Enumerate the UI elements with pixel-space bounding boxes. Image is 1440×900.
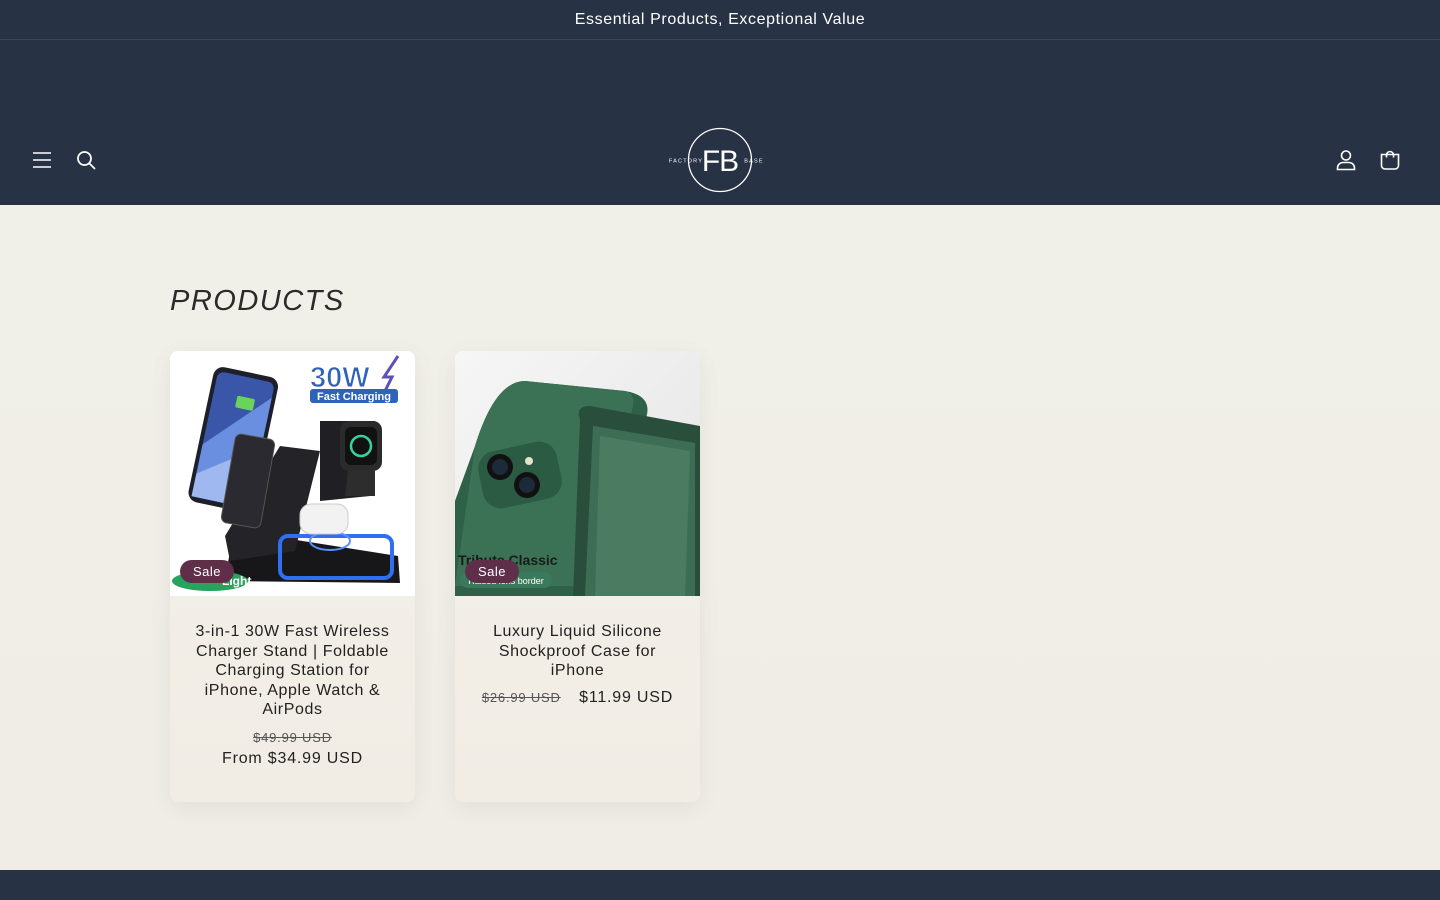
announcement-bar: Essential Products, Exceptional Value [0, 0, 1440, 40]
account-icon[interactable] [1334, 148, 1358, 172]
price-original: $26.99 USD [481, 689, 561, 705]
product-image[interactable]: 30W Fast Charging Light Sale [170, 351, 415, 596]
price-block: $49.99 USD From $34.99 USD [170, 730, 415, 768]
price-block: $26.99 USD $11.99 USD [455, 689, 700, 707]
logo-right-word: BASE [744, 159, 763, 165]
logo-monogram: FB [702, 145, 738, 178]
footer [0, 870, 1440, 900]
image-feature-text: Fast Charging [317, 391, 391, 403]
product-image[interactable]: Tribute Classic Raised lens border Sale [455, 351, 700, 596]
site-header: FB FACTORY BASE [0, 40, 1440, 205]
main-content: PRODUCTS 30W Fast Charging Light Sale 3-… [0, 205, 1440, 871]
price-sale: From $34.99 USD [222, 749, 363, 767]
logo-left-word: FACTORY [669, 159, 703, 165]
search-icon[interactable] [74, 148, 98, 172]
price-sale: $11.99 USD [579, 688, 674, 706]
page-title: PRODUCTS [170, 285, 345, 317]
announcement-text: Essential Products, Exceptional Value [574, 10, 866, 28]
product-title[interactable]: Luxury Liquid Silicone Shockproof Case f… [475, 622, 680, 681]
site-logo[interactable]: FB FACTORY BASE [668, 126, 764, 194]
product-title[interactable]: 3-in-1 30W Fast Wireless Charger Stand |… [190, 622, 395, 720]
product-card[interactable]: Tribute Classic Raised lens border Sale … [455, 351, 700, 802]
price-original: $49.99 USD [253, 729, 332, 745]
product-card[interactable]: 30W Fast Charging Light Sale 3-in-1 30W … [170, 351, 415, 802]
sale-badge: Sale [465, 560, 520, 583]
sale-badge: Sale [180, 560, 235, 583]
menu-icon[interactable] [30, 148, 54, 172]
cart-icon[interactable] [1378, 148, 1402, 172]
